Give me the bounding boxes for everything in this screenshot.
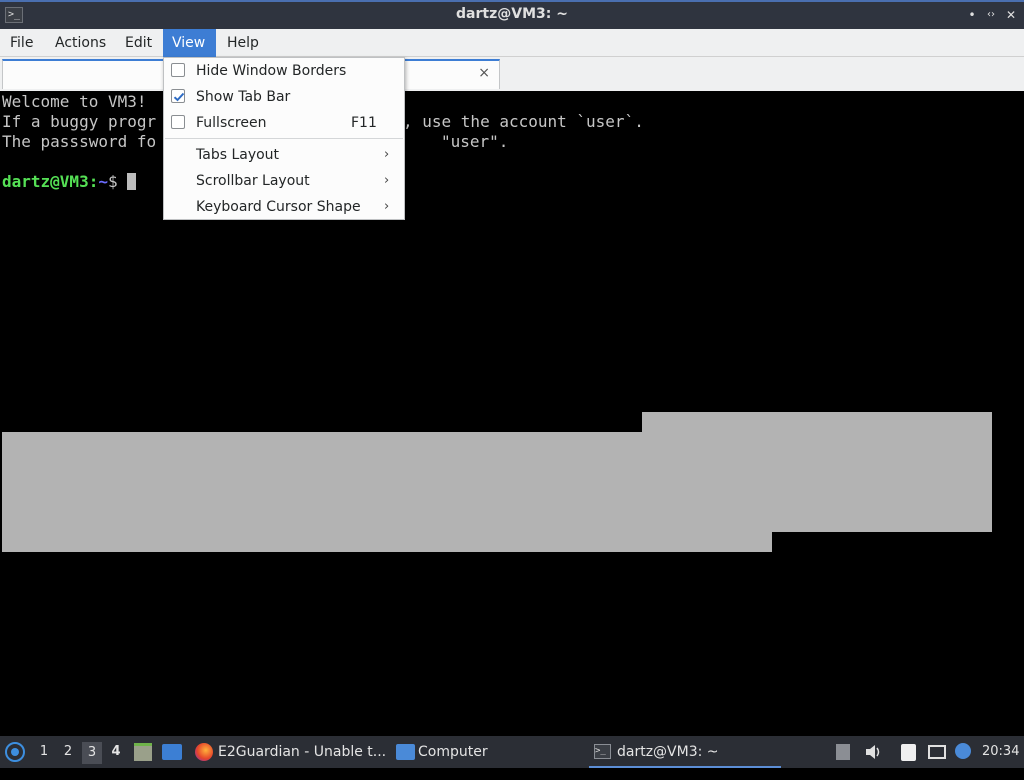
prompt-path: ~ [98,172,108,191]
checkmark-icon [173,92,185,102]
tray-arrow-icon[interactable] [836,744,850,760]
tab-close-icon[interactable]: × [478,65,490,81]
workspace-2[interactable]: 2 [58,736,78,768]
show-desktop-icon[interactable] [162,744,182,760]
checkbox-unchecked[interactable] [171,63,185,77]
task-label: Computer [418,744,488,760]
redacted-block [642,412,992,532]
checkbox-checked[interactable] [171,89,185,103]
terminal-line: If a buggy progr [2,112,157,131]
terminal-icon: >_ [594,744,611,759]
menu-help[interactable]: Help [218,29,268,57]
shell-prompt: dartz@VM3:~$ [2,172,137,192]
window-titlebar[interactable]: >_ dartz@VM3: ~ • ‹› ✕ [0,0,1024,29]
terminal-line-tail: "user". [441,132,509,151]
menu-item-label: Keyboard Cursor Shape [196,199,361,215]
menu-view[interactable]: View [163,29,216,57]
terminal-line: The passsword fo [2,132,157,151]
task-computer[interactable]: Computer [393,736,583,768]
menu-edit[interactable]: Edit [116,29,161,57]
tab-bar: × [0,57,1024,91]
task-firefox[interactable]: E2Guardian - Unable t... [192,736,387,768]
info-icon[interactable] [955,743,971,759]
text-cursor [127,173,137,190]
prompt-user: dartz@VM3 [2,172,89,191]
window-title: dartz@VM3: ~ [456,6,568,22]
taskbar: 1 2 3 4 E2Guardian - Unable t... Compute… [0,736,1024,768]
menu-separator [165,138,403,139]
menu-item-tabs-layout[interactable]: Tabs Layout › [164,142,404,168]
menu-bar: File Actions Edit View Help [0,29,1024,57]
redacted-block [2,432,642,552]
terminal-area[interactable]: Welcome to VM3! If a buggy progr , use t… [2,91,1022,733]
menu-item-scrollbar-layout[interactable]: Scrollbar Layout › [164,168,404,194]
chevron-right-icon: › [384,173,390,188]
menu-item-label: Show Tab Bar [196,89,291,105]
start-menu-button[interactable] [4,741,26,763]
menu-item-label: Scrollbar Layout [196,173,310,189]
menu-item-show-tab-bar[interactable]: Show Tab Bar [164,84,404,110]
workspace-1[interactable]: 1 [34,736,54,768]
task-terminal[interactable]: >_ dartz@VM3: ~ [589,736,781,768]
menu-item-fullscreen[interactable]: Fullscreen F11 [164,110,404,136]
lubuntu-logo-icon [5,742,25,762]
firefox-icon [195,743,213,761]
workspace-3[interactable]: 3 [82,742,102,764]
prompt-symbol: $ [107,172,118,191]
menu-item-label: Hide Window Borders [196,63,347,79]
clipboard-icon[interactable] [901,744,916,761]
task-label: E2Guardian - Unable t... [218,744,387,760]
chevron-right-icon: › [384,199,390,214]
clock[interactable]: 20:34 [982,736,1019,768]
folder-icon [396,744,415,760]
menu-item-hide-window-borders[interactable]: Hide Window Borders [164,58,404,84]
terminal-line-tail: , use the account `user`. [403,112,644,131]
file-manager-icon[interactable] [134,743,152,761]
menu-item-label: Tabs Layout [196,147,280,163]
minimize-button[interactable]: • [965,7,979,23]
prompt-separator: : [88,172,99,191]
menu-item-keyboard-cursor-shape[interactable]: Keyboard Cursor Shape › [164,194,404,220]
view-menu-dropdown: Hide Window Borders Show Tab Bar Fullscr… [163,57,405,220]
chevron-right-icon: › [384,147,390,162]
shortcut-label: F11 [351,115,377,131]
checkbox-unchecked[interactable] [171,115,185,129]
network-icon[interactable] [928,745,946,759]
menu-file[interactable]: File [1,29,42,57]
close-button[interactable]: ✕ [1004,7,1018,23]
redacted-block [642,532,772,552]
speaker-icon [866,745,880,759]
menu-actions[interactable]: Actions [46,29,115,57]
maximize-button[interactable]: ‹› [984,7,998,23]
volume-icon[interactable] [864,736,882,768]
workspace-4[interactable]: 4 [106,736,126,768]
menu-item-label: Fullscreen [196,115,267,131]
terminal-line: Welcome to VM3! [2,92,147,111]
task-label: dartz@VM3: ~ [617,744,719,760]
